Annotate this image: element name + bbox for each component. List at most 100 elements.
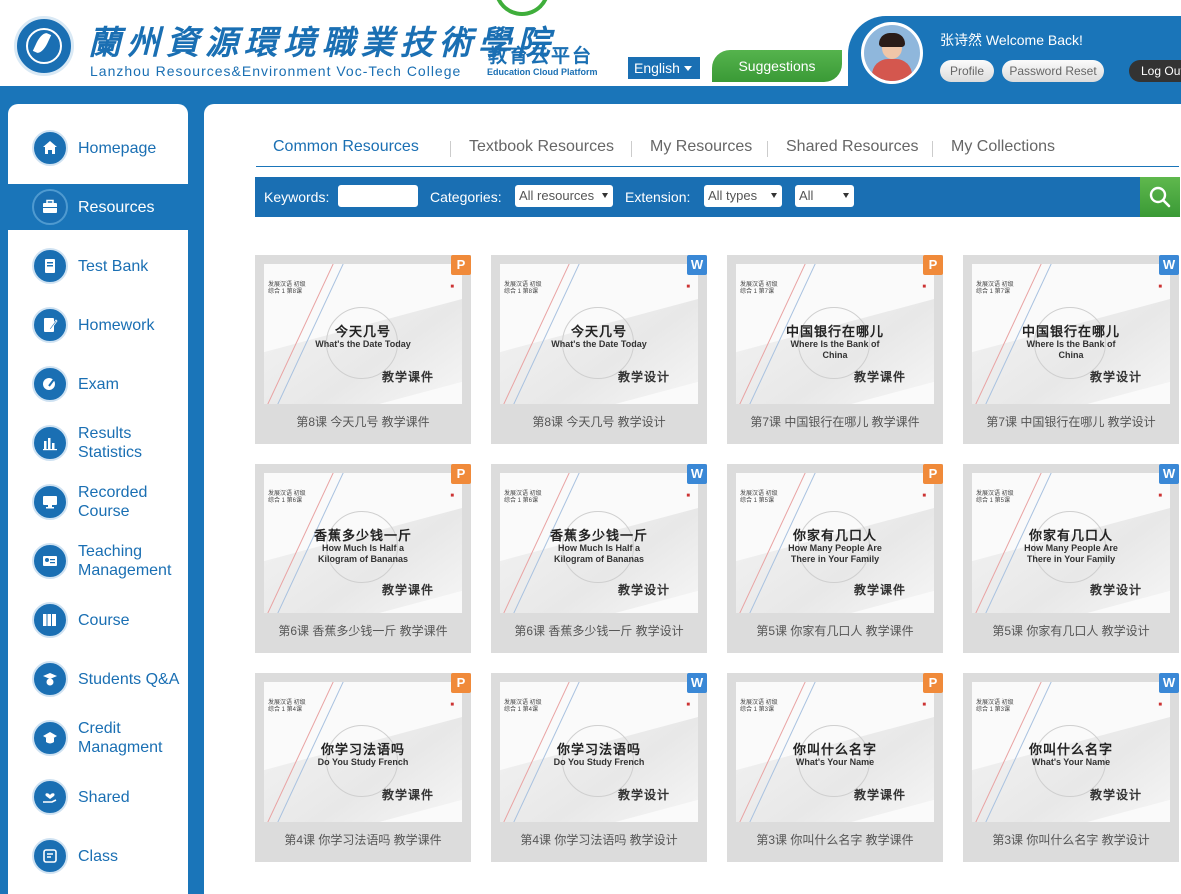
lesson-note: 发展汉语 初级综合 1 第5课 [976,491,1014,504]
resource-caption[interactable]: 第3课 你叫什么名字 教学设计 [963,831,1179,848]
resource-card[interactable]: 发展汉语 初级综合 1 第4课 ■ 你学习法语吗 Do You Study Frenc… [491,673,707,862]
resource-card[interactable]: 发展汉语 初级综合 1 第6课 ■ 香蕉多少钱一斤 How Much Is Half … [491,464,707,653]
publisher-logo-icon: ■ [1158,702,1162,708]
publisher-logo-icon: ■ [922,702,926,708]
publisher-logo-icon: ■ [922,493,926,499]
language-label: English [634,60,680,76]
thumbnail-kind: 教学课件 [853,583,906,597]
resource-card[interactable]: 发展汉语 初级综合 1 第8课 ■ 今天几号 What's the Date Toda… [491,255,707,444]
resource-card[interactable]: 发展汉语 初级综合 1 第4课 ■ 你学习法语吗 Do You Study Frenc… [255,673,471,862]
resource-thumbnail: 发展汉语 初级综合 1 第5课 ■ 你家有几口人 How Many People Ar… [736,473,934,613]
thumbnail-title-chinese: 香蕉多少钱一斤 [313,529,412,544]
chevron-down-icon [771,193,777,198]
tab-my-collections[interactable]: My Collections [951,138,1055,156]
lesson-note: 发展汉语 初级综合 1 第5课 [740,491,778,504]
resource-card[interactable]: 发展汉语 初级综合 1 第5课 ■ 你家有几口人 How Many People Ar… [727,464,943,653]
sidebar-item-recorded-course[interactable]: Recorded Course [8,479,188,525]
sidebar-item-teaching-management[interactable]: Teaching Management [8,538,188,584]
resource-card[interactable]: 发展汉语 初级综合 1 第5课 ■ 你家有几口人 How Many People Ar… [963,464,1179,653]
resource-caption[interactable]: 第4课 你学习法语吗 教学设计 [491,831,707,848]
sidebar-item-homework[interactable]: Homework [8,302,188,348]
password-reset-button[interactable]: Password Reset [1002,60,1104,82]
lesson-note: 发展汉语 初级综合 1 第4课 [504,700,542,713]
profile-button[interactable]: Profile [940,60,994,82]
sidebar-item-resources[interactable]: Resources [8,184,188,230]
tab-common-resources[interactable]: Common Resources [273,138,419,156]
sidebar-item-shared[interactable]: Shared [8,774,188,820]
sidebar-item-course[interactable]: Course [8,597,188,643]
thumbnail-title-english: What's the Date Today [551,339,647,349]
resource-card[interactable]: 发展汉语 初级综合 1 第7课 ■ 中国银行在哪儿 Where Is the Bank… [727,255,943,444]
resource-tabs: Common Resources Textbook Resources My Res… [256,138,1179,167]
resource-caption[interactable]: 第6课 香蕉多少钱一斤 教学课件 [255,622,471,639]
chevron-down-icon [602,193,608,198]
avatar[interactable] [861,22,923,84]
sidebar-item-label: Homework [78,317,155,334]
word-file-icon: W [1159,673,1179,693]
categories-select[interactable]: All resources [515,185,613,207]
resource-caption[interactable]: 第3课 你叫什么名字 教学课件 [727,831,943,848]
resource-thumbnail: 发展汉语 初级综合 1 第4课 ■ 你学习法语吗 Do You Study Frenc… [500,682,698,822]
suggestions-button[interactable]: Suggestions [712,50,842,82]
college-seal-logo[interactable] [14,16,74,76]
resource-caption[interactable]: 第6课 香蕉多少钱一斤 教学设计 [491,622,707,639]
resource-card[interactable]: 发展汉语 初级综合 1 第8课 ■ 今天几号 What's the Date Toda… [255,255,471,444]
sidebar-item-exam[interactable]: Exam [8,361,188,407]
resource-caption[interactable]: 第8课 今天几号 教学设计 [491,413,707,430]
publisher-logo-icon: ■ [1158,284,1162,290]
lesson-note: 发展汉语 初级综合 1 第8课 [504,282,542,295]
resource-caption[interactable]: 第5课 你家有几口人 教学课件 [727,622,943,639]
tab-divider [932,141,933,157]
resource-thumbnail: 发展汉语 初级综合 1 第8课 ■ 今天几号 What's the Date Toda… [500,264,698,404]
resource-caption[interactable]: 第7课 中国银行在哪儿 教学课件 [727,413,943,430]
tab-shared-resources[interactable]: Shared Resources [786,138,919,156]
resource-card[interactable]: 发展汉语 初级综合 1 第3课 ■ 你叫什么名字 What's Your Name 教学… [727,673,943,862]
language-select[interactable]: English [628,57,700,79]
resource-caption[interactable]: 第5课 你家有几口人 教学设计 [963,622,1179,639]
search-icon [1149,186,1171,208]
home-icon [32,130,68,166]
resource-card[interactable]: 发展汉语 初级综合 1 第3课 ■ 你叫什么名字 What's Your Name 教学… [963,673,1179,862]
sidebar-item-label: Homepage [78,140,157,157]
sidebar-item-students-q-a[interactable]: Students Q&A [8,656,188,702]
thumbnail-title-english: What's Your Name [795,757,875,767]
tab-my-resources[interactable]: My Resources [650,138,752,156]
categories-value: All resources [519,188,595,203]
thumbnail-kind: 教学课件 [381,788,434,802]
thumbnail-title-english: How Much Is Half a Kilogram of Bananas [317,543,409,564]
thumbnail-title-chinese: 今天几号 [334,325,391,340]
resource-card[interactable]: 发展汉语 初级综合 1 第7课 ■ 中国银行在哪儿 Where Is the Bank… [963,255,1179,444]
resource-caption[interactable]: 第4课 你学习法语吗 教学课件 [255,831,471,848]
exam-pen-icon [32,366,68,402]
tab-textbook-resources[interactable]: Textbook Resources [469,138,614,156]
thumbnail-title-chinese: 你叫什么名字 [1028,743,1113,758]
thumbnail-kind: 教学课件 [853,788,906,802]
thumbnail-title-english: How Many People Are There in Your Family [788,543,882,564]
logout-button[interactable]: Log Out [1129,60,1181,82]
resource-thumbnail: 发展汉语 初级综合 1 第3课 ■ 你叫什么名字 What's Your Name 教学… [736,682,934,822]
sidebar-item-label: Course [78,612,130,629]
extension-label: Extension: [625,189,691,205]
thumbnail-title-english: Where Is the Bank of China [1026,339,1116,360]
resource-caption[interactable]: 第7课 中国银行在哪儿 教学设计 [963,413,1179,430]
thumbnail-title-chinese: 你家有几口人 [792,529,877,544]
sidebar-item-homepage[interactable]: Homepage [8,125,188,171]
sidebar-item-results-statistics[interactable]: Results Statistics [8,420,188,466]
resource-thumbnail: 发展汉语 初级综合 1 第5课 ■ 你家有几口人 How Many People Ar… [972,473,1170,613]
chevron-down-icon [684,66,692,71]
search-button[interactable] [1140,177,1180,217]
keywords-input[interactable] [338,185,418,207]
sidebar-item-credit-managment[interactable]: Credit Managment [8,715,188,761]
avatar-hair [879,33,905,47]
sidebar-item-class[interactable]: Class [8,833,188,879]
resource-caption[interactable]: 第8课 今天几号 教学课件 [255,413,471,430]
sidebar-item-test-bank[interactable]: Test Bank [8,243,188,289]
resource-card[interactable]: 发展汉语 初级综合 1 第6课 ■ 香蕉多少钱一斤 How Much Is Half … [255,464,471,653]
extra-filter-select[interactable]: All [795,185,854,207]
resource-thumbnail: 发展汉语 初级综合 1 第6课 ■ 香蕉多少钱一斤 How Much Is Half … [500,473,698,613]
pencil-book-icon [32,307,68,343]
extension-select[interactable]: All types [704,185,782,207]
thumbnail-title-chinese: 中国银行在哪儿 [785,325,884,340]
sidebar-nav: Homepage Resources Test Bank Homework Exam Re… [8,104,188,894]
sidebar-item-label: Recorded Course [78,484,148,520]
